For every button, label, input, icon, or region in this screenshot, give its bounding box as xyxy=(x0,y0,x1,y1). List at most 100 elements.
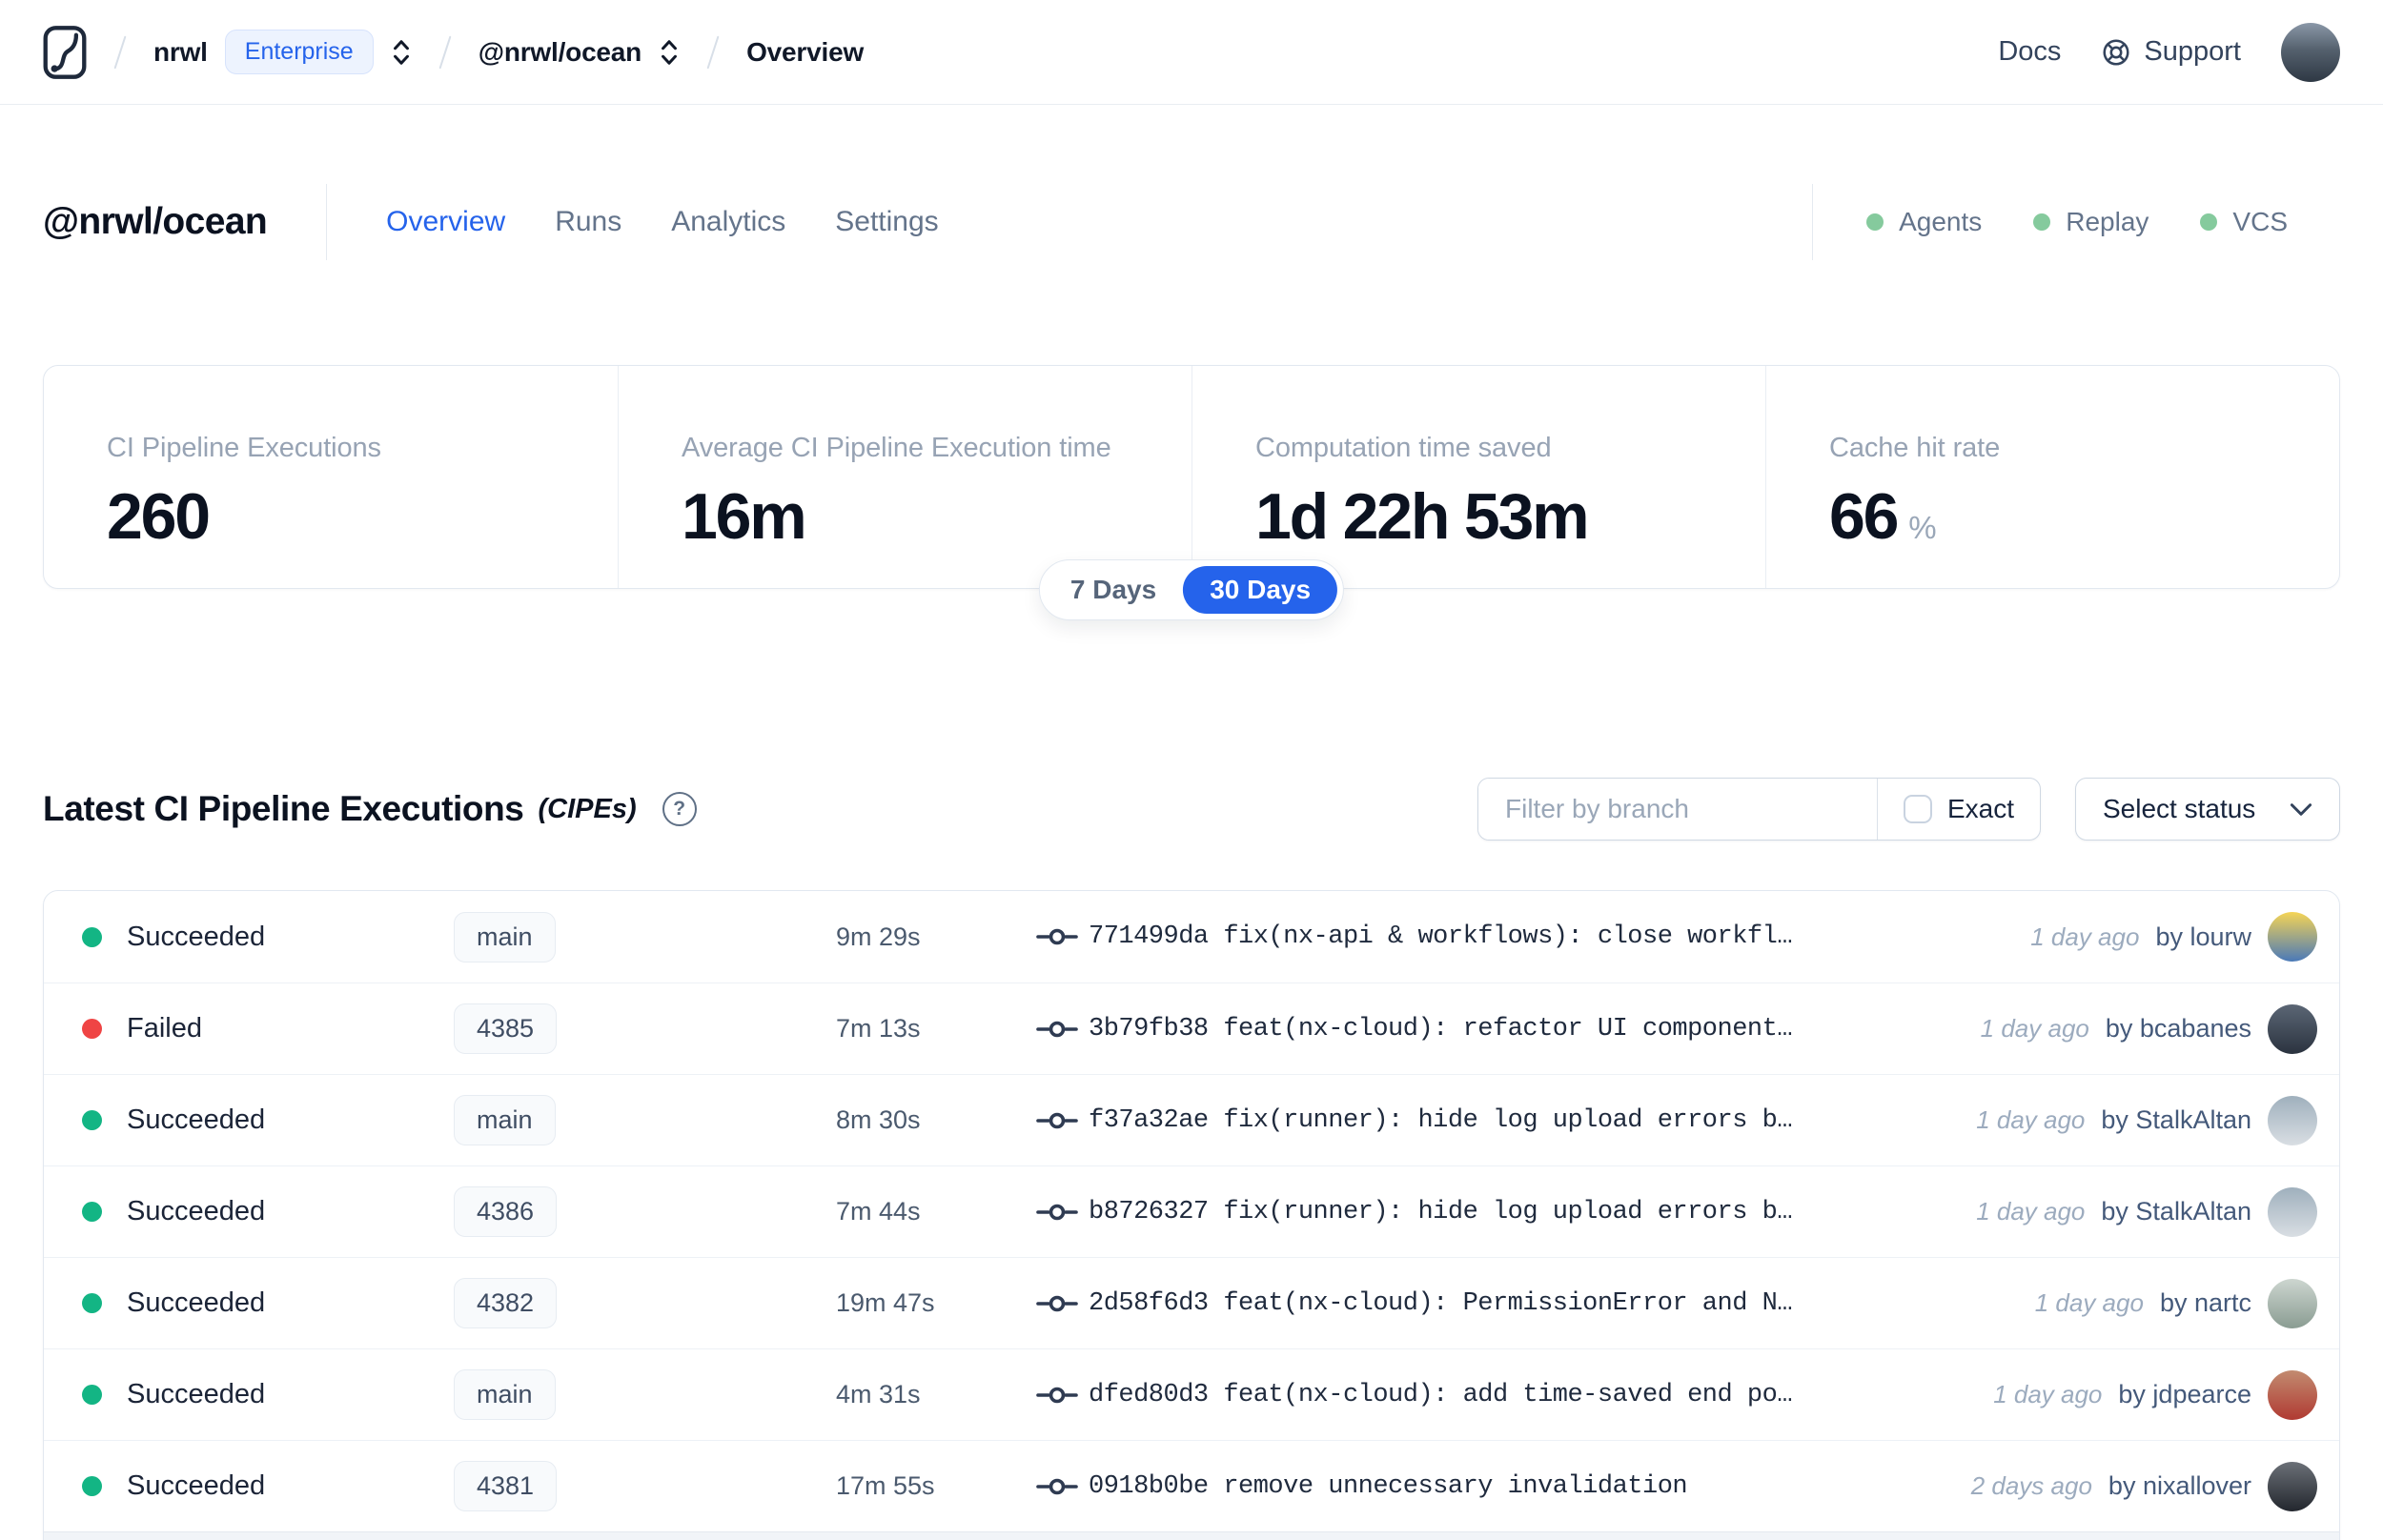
author-avatar xyxy=(2268,1369,2317,1420)
status-dot-icon xyxy=(82,1385,102,1405)
breadcrumb-workspace[interactable]: @nrwl/ocean xyxy=(479,37,642,68)
status-label: Succeeded xyxy=(127,1287,266,1318)
status-label: Succeeded xyxy=(127,1379,266,1409)
divider xyxy=(326,184,328,260)
commit-cell[interactable]: 3b79fb38 feat(nx-cloud): refactor UI com… xyxy=(1036,1015,1981,1044)
divider xyxy=(1812,184,1814,260)
time-ago-label: 1 day ago xyxy=(2030,922,2140,951)
time-ago-label: 1 day ago xyxy=(1980,1014,2089,1043)
time-ago-label: 1 day ago xyxy=(2034,1288,2144,1317)
workspace-title: @nrwl/ocean xyxy=(43,201,268,242)
cipe-row[interactable]: Failed 4385 7m 13s 3b79fb38 feat(nx-clou… xyxy=(44,983,2339,1074)
date-range-toggle: 7 Days 30 Days xyxy=(1038,559,1345,620)
stat-computation-time-saved: Computation time saved 1d 22h 53m xyxy=(1192,366,1765,588)
docs-link[interactable]: Docs xyxy=(1998,36,2061,68)
branch-badge: main xyxy=(454,1095,556,1145)
tab-overview[interactable]: Overview xyxy=(386,206,505,238)
workspace-switcher-icon[interactable] xyxy=(659,38,680,67)
status-dot-icon xyxy=(82,1202,102,1222)
status-dot-icon xyxy=(82,1476,102,1496)
status-replay: Replay xyxy=(2033,207,2149,237)
time-ago-label: 1 day ago xyxy=(1976,1197,2086,1226)
range-30-days[interactable]: 30 Days xyxy=(1183,566,1338,614)
branch-filter-group: Exact xyxy=(1477,778,2041,841)
branch-badge: 4386 xyxy=(454,1186,558,1237)
git-commit-icon xyxy=(1036,928,1078,945)
org-switcher-icon[interactable] xyxy=(391,38,412,67)
cipe-row[interactable]: Succeeded 4382 19m 47s 2d58f6d3 feat(nx-… xyxy=(44,1257,2339,1348)
author-avatar xyxy=(2268,1003,2317,1054)
status-dot-icon xyxy=(1866,213,1884,231)
breadcrumb-separator xyxy=(706,35,720,69)
tab-settings[interactable]: Settings xyxy=(835,206,938,238)
author-avatar xyxy=(2268,1095,2317,1145)
stats-row: CI Pipeline Executions 260 Average CI Pi… xyxy=(43,365,2340,620)
cipe-row[interactable]: Succeeded 4386 7m 44s b8726327 fix(runne… xyxy=(44,1165,2339,1257)
author-avatar xyxy=(2268,1186,2317,1237)
cipe-table-body: Succeeded main 9m 29s 771499da fix(nx-ap… xyxy=(44,891,2339,1531)
git-commit-icon xyxy=(1036,1295,1078,1311)
author-avatar xyxy=(2268,1461,2317,1511)
commit-cell[interactable]: b8726327 fix(runner): hide log upload er… xyxy=(1036,1198,1976,1226)
workspace-header: @nrwl/ocean Overview Runs Analytics Sett… xyxy=(43,174,2340,270)
author-label: by bcabanes xyxy=(2105,1014,2251,1043)
git-commit-icon xyxy=(1036,1021,1078,1037)
commit-message: 2d58f6d3 feat(nx-cloud): PermissionError… xyxy=(1089,1288,1793,1318)
commit-cell[interactable]: 2d58f6d3 feat(nx-cloud): PermissionError… xyxy=(1036,1289,2035,1318)
time-ago-label: 1 day ago xyxy=(1993,1380,2103,1408)
section-title: Latest CI Pipeline Executions xyxy=(43,789,524,828)
cipe-row[interactable]: Succeeded main 8m 30s f37a32ae fix(runne… xyxy=(44,1074,2339,1165)
cipe-table: Succeeded main 9m 29s 771499da fix(nx-ap… xyxy=(43,890,2340,1540)
exact-toggle[interactable]: Exact xyxy=(1878,779,2040,840)
author-label: by StalkAltan xyxy=(2101,1197,2251,1226)
status-dot-icon xyxy=(82,926,102,947)
chevron-down-icon xyxy=(2290,802,2312,816)
stat-average-execution-time: Average CI Pipeline Execution time 16m xyxy=(618,366,1192,588)
tab-runs[interactable]: Runs xyxy=(555,206,621,238)
commit-message: 3b79fb38 feat(nx-cloud): refactor UI com… xyxy=(1089,1014,1793,1044)
table-footer xyxy=(44,1531,2339,1540)
exact-checkbox[interactable] xyxy=(1903,795,1932,823)
commit-message: f37a32ae fix(runner): hide log upload er… xyxy=(1089,1105,1793,1135)
support-link[interactable]: Support xyxy=(2101,36,2241,68)
branch-badge: 4381 xyxy=(454,1461,558,1511)
status-dot-icon xyxy=(2200,213,2218,231)
status-agents: Agents xyxy=(1866,207,1982,237)
help-icon[interactable]: ? xyxy=(662,792,697,826)
status-select[interactable]: Select status xyxy=(2075,778,2340,841)
status-dot-icon xyxy=(82,1293,102,1313)
cipe-section-header: Latest CI Pipeline Executions (CIPEs) ? … xyxy=(43,778,2340,841)
git-commit-icon xyxy=(1036,1112,1078,1128)
commit-cell[interactable]: f37a32ae fix(runner): hide log upload er… xyxy=(1036,1106,1976,1135)
duration-label: 7m 13s xyxy=(836,1014,921,1043)
cipe-row[interactable]: Succeeded main 9m 29s 771499da fix(nx-ap… xyxy=(44,891,2339,983)
range-7-days[interactable]: 7 Days xyxy=(1046,566,1181,614)
branch-badge: 4385 xyxy=(454,1003,558,1054)
duration-label: 7m 44s xyxy=(836,1197,921,1226)
status-dot-icon xyxy=(2033,213,2051,231)
author-avatar xyxy=(2268,912,2317,962)
duration-label: 9m 29s xyxy=(836,922,921,951)
commit-cell[interactable]: 0918b0be remove unnecessary invalidation xyxy=(1036,1472,1971,1501)
cipe-row[interactable]: Succeeded 4381 17m 55s 0918b0be remove u… xyxy=(44,1440,2339,1531)
nx-cloud-logo[interactable] xyxy=(43,25,87,80)
branch-badge: main xyxy=(454,911,556,962)
breadcrumb-org[interactable]: nrwl xyxy=(153,37,208,68)
commit-cell[interactable]: dfed80d3 feat(nx-cloud): add time-saved … xyxy=(1036,1381,1993,1409)
author-label: by jdpearce xyxy=(2118,1380,2251,1408)
duration-label: 17m 55s xyxy=(836,1471,935,1500)
status-label: Succeeded xyxy=(127,1196,266,1226)
time-ago-label: 2 days ago xyxy=(1970,1471,2092,1500)
cipe-row[interactable]: Succeeded main 4m 31s dfed80d3 feat(nx-c… xyxy=(44,1348,2339,1440)
status-dot-icon xyxy=(82,1110,102,1130)
enterprise-badge: Enterprise xyxy=(224,30,374,74)
author-label: by lourw xyxy=(2155,922,2251,951)
user-avatar[interactable] xyxy=(2281,22,2340,82)
tab-analytics[interactable]: Analytics xyxy=(671,206,785,238)
status-label: Succeeded xyxy=(127,1104,266,1135)
branch-filter-input[interactable] xyxy=(1478,779,1877,840)
branch-badge: main xyxy=(454,1369,556,1420)
stat-ci-pipeline-executions: CI Pipeline Executions 260 xyxy=(107,433,381,553)
commit-message: dfed80d3 feat(nx-cloud): add time-saved … xyxy=(1089,1380,1793,1409)
commit-cell[interactable]: 771499da fix(nx-api & workflows): close … xyxy=(1036,922,2030,951)
